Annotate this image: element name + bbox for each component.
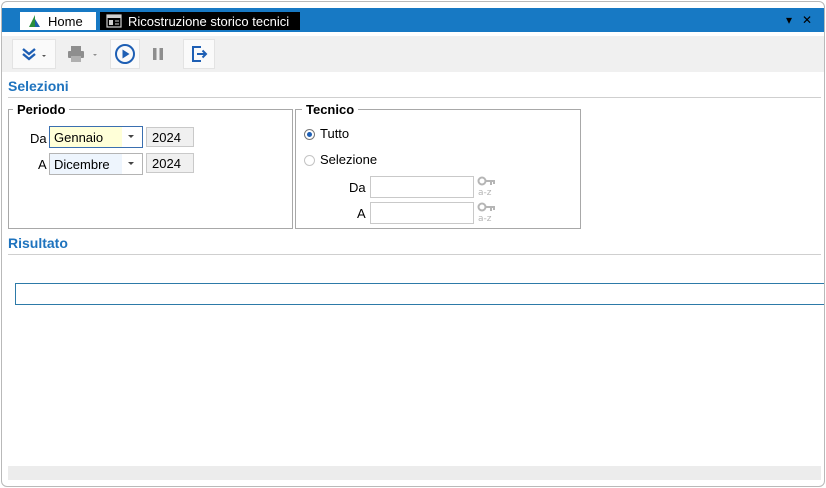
key-lookup-icon[interactable]: a-z xyxy=(477,176,497,198)
svg-text:a-z: a-z xyxy=(478,188,492,198)
tab-list-dropdown-icon[interactable]: ▾ xyxy=(786,13,792,27)
tab-bar: Home Ricostruzione storico tecnici ▾ ✕ xyxy=(2,8,824,32)
periodo-group: Periodo Da Gennaio 2024 A Dicembre 2024 xyxy=(8,102,293,229)
tecnico-tutto-label[interactable]: Tutto xyxy=(320,126,349,141)
print-icon xyxy=(68,46,97,62)
run-button[interactable] xyxy=(110,39,140,69)
tab-home[interactable]: Home xyxy=(20,12,96,30)
home-logo-icon xyxy=(26,13,42,29)
periodo-da-month-value: Gennaio xyxy=(54,129,104,145)
selezioni-title: Selezioni xyxy=(8,78,69,94)
periodo-a-label: A xyxy=(38,157,47,172)
tab-home-label: Home xyxy=(48,13,83,29)
tecnico-selezione-label[interactable]: Selezione xyxy=(320,152,377,167)
periodo-da-label: Da xyxy=(30,131,47,146)
tecnico-a-input[interactable] xyxy=(370,202,474,224)
tecnico-a-label: A xyxy=(357,206,366,221)
periodo-a-year-field[interactable]: 2024 xyxy=(146,153,194,173)
tecnico-da-label: Da xyxy=(349,180,366,195)
print-button[interactable] xyxy=(62,39,102,69)
exit-icon xyxy=(192,46,208,62)
periodo-da-year-field[interactable]: 2024 xyxy=(146,127,194,147)
risultato-divider xyxy=(8,254,821,255)
tab-ricostruzione-label: Ricostruzione storico tecnici xyxy=(128,13,290,29)
chevron-down-icon xyxy=(128,135,134,138)
status-bar xyxy=(8,466,821,480)
periodo-da-year-value: 2024 xyxy=(152,129,181,145)
key-lookup-icon[interactable]: a-z xyxy=(477,202,497,224)
tecnico-group: Tecnico Tutto Selezione Da a-z A a-z xyxy=(295,102,581,229)
periodo-a-month-value: Dicembre xyxy=(54,156,110,172)
selezioni-divider xyxy=(8,97,821,98)
tecnico-tutto-radio[interactable] xyxy=(304,129,315,140)
expand-menu-button[interactable] xyxy=(12,39,56,69)
chevron-down-icon xyxy=(128,162,134,165)
pause-icon xyxy=(153,48,163,60)
periodo-legend: Periodo xyxy=(13,102,70,117)
periodo-da-month-select[interactable]: Gennaio xyxy=(49,126,143,148)
tab-ricostruzione[interactable]: Ricostruzione storico tecnici xyxy=(100,12,300,30)
risultato-output-field[interactable] xyxy=(15,283,824,305)
close-tab-icon[interactable]: ✕ xyxy=(802,13,812,27)
play-icon xyxy=(115,44,135,64)
tecnico-selezione-radio[interactable] xyxy=(304,155,315,166)
app-window: Home Ricostruzione storico tecnici ▾ ✕ S… xyxy=(1,1,825,487)
tecnico-da-input[interactable] xyxy=(370,176,474,198)
svg-text:a-z: a-z xyxy=(478,214,492,224)
pause-button[interactable] xyxy=(144,39,172,69)
report-icon xyxy=(106,13,122,29)
risultato-title: Risultato xyxy=(8,235,68,251)
toolbar xyxy=(2,36,824,72)
exit-button[interactable] xyxy=(183,39,215,69)
expand-menu-icon xyxy=(22,48,46,61)
periodo-a-year-value: 2024 xyxy=(152,155,181,171)
tecnico-legend: Tecnico xyxy=(302,102,359,117)
periodo-a-month-select[interactable]: Dicembre xyxy=(49,153,143,175)
